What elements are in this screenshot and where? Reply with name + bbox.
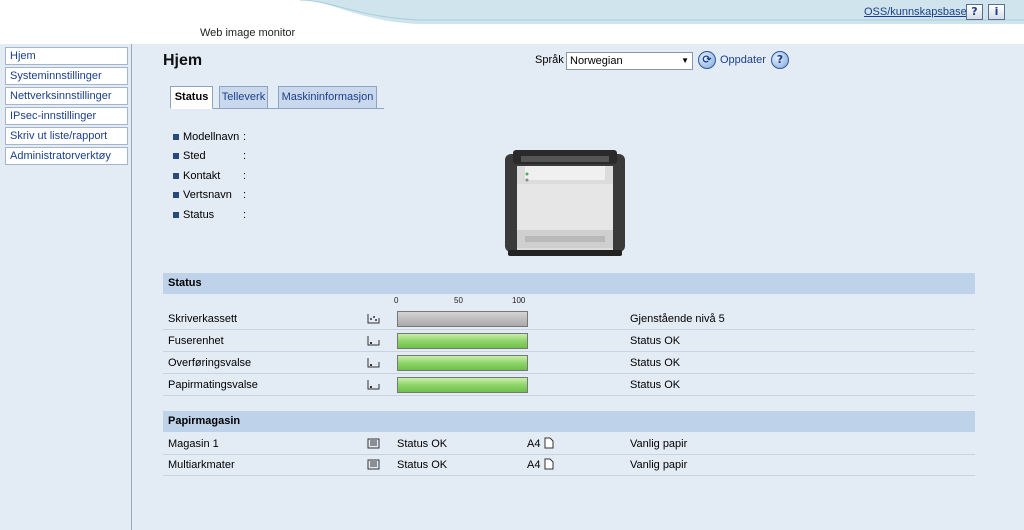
- status-row-fuserenhet: Fuserenhet Status OK: [163, 330, 975, 352]
- paper-sheet-icon: [544, 437, 554, 449]
- toner-icon: [367, 314, 380, 324]
- main-content: Hjem Språk Norwegian ▼ ⟳ Oppdater ? Stat…: [133, 44, 1024, 530]
- scale-label-50: 50: [454, 296, 463, 305]
- tab-telleverk[interactable]: Telleverk: [219, 86, 268, 109]
- tab-status[interactable]: Status: [170, 86, 213, 109]
- knowledge-base-link[interactable]: OSS/kunnskapsbase: [864, 6, 967, 18]
- tray-row-magasin-1: Magasin 1 Status OK A4 Vanlig papir: [163, 433, 975, 455]
- level-bar: [397, 377, 528, 393]
- status-row-papirmatingsvalse: Papirmatingsvalse Status OK: [163, 374, 975, 396]
- level-bar-fill: [398, 334, 527, 348]
- info-button[interactable]: i: [988, 4, 1005, 20]
- level-bar: [397, 311, 528, 327]
- scale-label-0: 0: [394, 296, 399, 305]
- sidebar-item-ipsec-innstillinger[interactable]: IPsec-innstillinger: [5, 107, 128, 125]
- sidebar-item-nettverksinnstillinger[interactable]: Nettverksinnstillinger: [5, 87, 128, 105]
- page-title: Hjem: [163, 52, 203, 69]
- bullet-icon: [173, 192, 179, 198]
- printer-image: [505, 150, 625, 256]
- language-label: Språk: [535, 54, 564, 66]
- level-bar: [397, 355, 528, 371]
- unit-icon: [367, 358, 380, 368]
- sidebar-item-skriv-ut-liste-rapport[interactable]: Skriv ut liste/rapport: [5, 127, 128, 145]
- sidebar: Hjem Systeminnstillinger Nettverksinnsti…: [0, 44, 132, 530]
- bullet-icon: [173, 173, 179, 179]
- status-row-skriverkassett: Skriverkassett Gjenstående nivå 5: [163, 308, 975, 330]
- refresh-button[interactable]: Oppdater: [720, 54, 766, 66]
- paper-stack-icon: [367, 438, 380, 449]
- level-bar-fill: [398, 356, 527, 370]
- paper-stack-icon: [367, 459, 380, 470]
- sidebar-item-systeminnstillinger[interactable]: Systeminnstillinger: [5, 67, 128, 85]
- bullet-icon: [173, 212, 179, 218]
- level-bar-fill: [398, 378, 527, 392]
- paper-sheet-icon: [544, 458, 554, 470]
- sidebar-item-hjem[interactable]: Hjem: [5, 47, 128, 65]
- help-button[interactable]: ?: [966, 4, 983, 20]
- sidebar-item-administratorverktoy[interactable]: Administratorverktøy: [5, 147, 128, 165]
- bullet-icon: [173, 134, 179, 140]
- unit-icon: [367, 336, 380, 346]
- status-section-header: Status: [163, 273, 975, 294]
- app-title: Web image monitor: [200, 27, 296, 39]
- scale-label-100: 100: [512, 296, 526, 305]
- tab-bar: Status Telleverk Maskininformasjon: [170, 86, 384, 109]
- chevron-down-icon: ▼: [681, 56, 689, 65]
- refresh-icon[interactable]: ⟳: [698, 51, 716, 69]
- header-bar: Web image monitor OSS/kunnskapsbase ? i: [0, 0, 1024, 44]
- status-row-overforingsvalse: Overføringsvalse Status OK: [163, 352, 975, 374]
- bullet-icon: [173, 153, 179, 159]
- tray-row-multiarkmater: Multiarkmater Status OK A4 Vanlig papir: [163, 454, 975, 476]
- tab-maskininformasjon[interactable]: Maskininformasjon: [278, 86, 377, 109]
- level-bar: [397, 333, 528, 349]
- unit-icon: [367, 380, 380, 390]
- language-select[interactable]: Norwegian ▼: [566, 52, 693, 70]
- tray-section-header: Papirmagasin: [163, 411, 975, 432]
- help-icon[interactable]: ?: [771, 51, 789, 69]
- language-select-value: Norwegian: [570, 55, 623, 67]
- level-bar-fill: [398, 312, 527, 326]
